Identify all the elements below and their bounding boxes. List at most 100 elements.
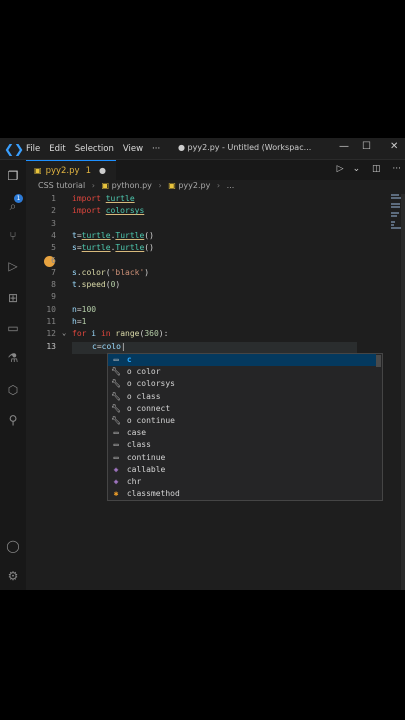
split-editor-icon[interactable]: ◫ <box>372 164 381 174</box>
run-debug-icon[interactable]: ▷ <box>5 258 21 274</box>
suggestion-label: o continue <box>126 416 175 425</box>
text-cursor: | <box>120 341 126 351</box>
token: Turtle <box>115 230 145 240</box>
suggestion-item[interactable]: 🔧︎ o connect <box>108 403 376 415</box>
minimize-icon[interactable]: — <box>339 141 349 152</box>
run-dropdown-icon[interactable]: ⌄ <box>353 164 361 174</box>
close-icon[interactable]: ✕ <box>390 141 398 152</box>
suggestion-label: continue <box>126 452 166 462</box>
code-line-3[interactable]: 3 <box>26 219 405 231</box>
menu-view[interactable]: View <box>123 144 143 154</box>
code-line-7[interactable]: 7 s.color('black') <box>26 268 405 280</box>
token: ) <box>144 267 150 277</box>
menu-selection[interactable]: Selection <box>75 144 114 154</box>
breadcrumb-file1[interactable]: python.py <box>112 181 152 190</box>
window-title: ● pyy2.py - Untitled (Workspac... <box>178 143 312 152</box>
token: range <box>115 329 140 339</box>
suggestion-item[interactable]: 🔧︎ o color <box>108 366 376 378</box>
source-control-icon[interactable]: ⑂ <box>5 228 21 244</box>
extensions-icon[interactable]: ⊞ <box>5 290 21 306</box>
vertical-scrollbar[interactable] <box>401 194 405 590</box>
tree-icon[interactable]: ⚲ <box>5 412 21 428</box>
suggestion-item[interactable]: ◈ callable <box>108 464 376 476</box>
suggestion-item[interactable]: 🔧︎ o colorsys <box>108 378 376 390</box>
code-line-2[interactable]: 2 import colorsys <box>26 206 405 218</box>
line-number: 5 <box>51 243 56 253</box>
code-line-12[interactable]: 12 ⌄ for i in range(360): <box>26 329 405 341</box>
suggestion-item[interactable]: ▭ class <box>108 439 376 451</box>
explorer-icon[interactable]: ❐ <box>5 168 21 184</box>
suggestion-item[interactable]: ◈ chr <box>108 476 376 488</box>
suggestion-scrollbar[interactable] <box>376 355 381 367</box>
code-line-1[interactable]: 1 import turtle <box>26 194 405 206</box>
keyword-icon: ▭ <box>113 440 119 450</box>
fold-chevron-icon[interactable]: ⌄ <box>62 329 66 337</box>
cube-icon: ◈ <box>113 464 119 474</box>
token: for <box>72 329 87 339</box>
tab-problem-count: 1 <box>85 165 91 176</box>
breadcrumb-file2[interactable]: pyy2.py <box>178 181 210 190</box>
remote-explorer-icon[interactable]: ▭ <box>5 320 21 336</box>
wrench-icon: 🔧︎ <box>110 416 122 425</box>
tab-label: pyy2.py <box>45 165 80 176</box>
suggestion-item[interactable]: 🔧︎ o class <box>108 391 376 403</box>
code-line-11[interactable]: 11 h=1 <box>26 317 405 329</box>
chevron-right-icon: › <box>91 181 95 190</box>
suggestion-item[interactable]: 🔧︎ o continue <box>108 415 376 427</box>
tab-pyy2[interactable]: ▣ pyy2.py 1 ● <box>26 160 116 180</box>
menu-file[interactable]: File <box>26 144 40 154</box>
suggestion-label: o color <box>126 367 161 377</box>
account-icon[interactable]: ◯ <box>5 538 21 554</box>
code-line-9[interactable]: 9 <box>26 292 405 304</box>
code-line-6[interactable]: 6 <box>26 255 405 268</box>
search-icon[interactable]: ⌕ <box>5 198 21 214</box>
menu-edit[interactable]: Edit <box>49 144 65 154</box>
token: import <box>72 206 101 216</box>
line-number: 3 <box>51 218 56 228</box>
code-line-5[interactable]: 5 s=turtle.Turtle() <box>26 243 405 255</box>
class-icon: ✱ <box>113 489 119 499</box>
token: turtle <box>81 243 111 253</box>
suggestion-item[interactable]: ✱ classmethod <box>108 488 376 500</box>
code-line-4[interactable]: 4 t=turtle.Turtle() <box>26 231 405 243</box>
token: ) <box>115 280 121 290</box>
text-icon: ▭ <box>113 355 119 364</box>
keyword-icon: ▭ <box>113 428 119 438</box>
code-line-8[interactable]: 8 t.speed(0) <box>26 280 405 292</box>
wrench-icon: 🔧︎ <box>110 379 122 389</box>
maximize-icon[interactable]: ☐ <box>362 141 371 152</box>
suggestion-item[interactable]: ▭ case <box>108 427 376 439</box>
suggestion-label: case <box>126 428 147 438</box>
chevron-right-icon: › <box>158 181 162 190</box>
breadcrumb-folder[interactable]: CSS tutorial <box>38 181 85 190</box>
token: in <box>100 329 111 339</box>
minimap[interactable] <box>391 194 401 230</box>
suggestion-label: classmethod <box>126 489 180 499</box>
line-number: 6 <box>51 255 56 265</box>
keyword-icon: ▭ <box>113 452 119 462</box>
wrench-icon: 🔧︎ <box>110 391 122 401</box>
extension-view-icon[interactable]: ⬡ <box>5 382 21 398</box>
suggestion-item[interactable]: ▭ c <box>108 354 376 367</box>
line-number: 1 <box>51 194 56 203</box>
settings-gear-icon[interactable]: ⚙ <box>5 568 21 584</box>
token: () <box>144 243 154 253</box>
suggestion-label: o colorsys <box>126 379 175 389</box>
code-line-10[interactable]: 10 n=100 <box>26 305 405 317</box>
run-icon[interactable]: ▷ <box>337 164 344 174</box>
suggestion-label: callable <box>126 464 166 474</box>
token: ): <box>158 329 169 339</box>
line-number: 2 <box>51 206 56 216</box>
testing-icon[interactable]: ⚗ <box>5 350 21 366</box>
token: Turtle <box>115 243 145 253</box>
wrench-icon: 🔧︎ <box>110 367 122 377</box>
menu-more[interactable]: ··· <box>152 144 160 154</box>
more-actions-icon[interactable]: ··· <box>392 164 401 174</box>
tab-dirty-indicator[interactable]: ● <box>99 166 106 175</box>
line-number: 10 <box>46 304 56 314</box>
token: color <box>81 267 106 277</box>
suggestion-label: class <box>126 440 151 450</box>
suggestion-item[interactable]: ▭ continue <box>108 452 376 464</box>
breadcrumb-tail[interactable]: ... <box>227 181 235 190</box>
token: import <box>72 194 101 203</box>
